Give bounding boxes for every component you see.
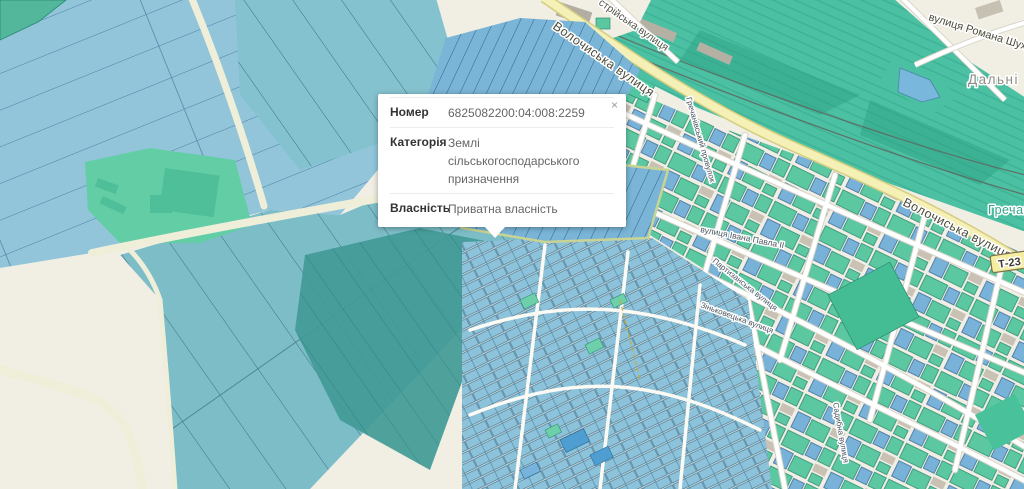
parcel-info-popup: × Номер 6825082200:04:008:2259 Категорія… xyxy=(378,94,626,227)
parcel-number-value: 6825082200:04:008:2259 xyxy=(448,104,614,122)
popup-row-number: Номер 6825082200:04:008:2259 xyxy=(390,97,614,127)
popup-label: Власність xyxy=(390,200,448,218)
popup-label: Категорія xyxy=(390,134,448,188)
place-label: Гречани xyxy=(988,203,1024,217)
cadastral-map[interactable]: Волочиська вулиця Волочиська вулиця стрі… xyxy=(0,0,1024,489)
popup-label: Номер xyxy=(390,104,448,122)
place-label: Дальні xyxy=(968,72,1019,87)
popup-row-ownership: Власність Приватна власність xyxy=(390,193,614,223)
parcel-category-value: Землі сільськогосподарського призначення xyxy=(448,134,614,188)
close-icon[interactable]: × xyxy=(609,97,620,113)
popup-pointer xyxy=(484,226,506,238)
popup-row-category: Категорія Землі сільськогосподарського п… xyxy=(390,127,614,193)
map-viewport[interactable]: Волочиська вулиця Волочиська вулиця стрі… xyxy=(0,0,1024,489)
parcel-ownership-value: Приватна власність xyxy=(448,200,614,218)
